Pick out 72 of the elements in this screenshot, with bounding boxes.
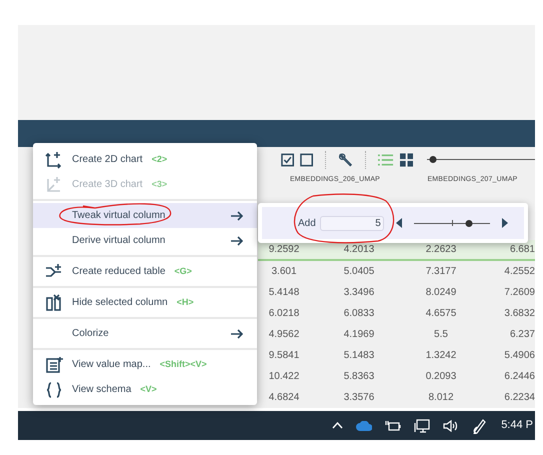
table-row[interactable]: 9.5841 5.1483 1.3242 5.4906 (258, 345, 535, 366)
axes-plus-icon (45, 176, 63, 194)
table-cell-text: 4.6824 (268, 391, 300, 405)
table-cell-text: 6.0833 (342, 307, 376, 321)
table-cell-text: 6.2234 (503, 391, 535, 405)
grid-icon[interactable] (400, 152, 413, 167)
table-cell-text: 1.3242 (424, 349, 458, 363)
table-cell-text: 4.6575 (424, 307, 458, 321)
table-cell-text: 4.9562 (268, 328, 300, 342)
arrow-right-icon (231, 210, 243, 220)
field-label: Add (298, 216, 316, 230)
table-cell-text: 5.0405 (342, 265, 376, 279)
arrow-right-icon[interactable] (502, 218, 508, 228)
table-cell-text: 4.1969 (342, 328, 376, 342)
table-cell-text: 3.3576 (342, 391, 376, 405)
table-cell-text: 6.0218 (268, 307, 300, 321)
menu-item[interactable]: Colorize (33, 321, 257, 346)
table-row[interactable]: 6.0218 6.0833 4.6575 3.6832 (258, 303, 535, 324)
menu-item[interactable]: Derive virtual column (33, 228, 257, 253)
battery-icon[interactable] (385, 420, 402, 432)
table-row[interactable]: 10.422 5.8363 0.2093 6.2446 (258, 366, 535, 387)
axes-plus-icon (45, 150, 63, 168)
table-cell-text: 3.601 (270, 265, 298, 279)
value-slider[interactable] (414, 219, 490, 227)
columns-icon (45, 294, 63, 312)
zoom-slider[interactable] (426, 156, 535, 164)
table-row[interactable]: 3.601 5.0405 7.3177 4.2552 (258, 261, 535, 282)
table-cell-text: 6.681 (508, 243, 535, 257)
input-field[interactable]: 5 (320, 216, 384, 230)
table-cell-text: 3.3496 (342, 286, 376, 300)
arrow-left-icon[interactable] (396, 218, 402, 228)
table-cell-text: 6.2446 (503, 370, 535, 384)
table-cell-text: 6.237 (508, 328, 535, 342)
menu-item[interactable]: Create reduced table <G> (33, 259, 257, 284)
checkbox-icon[interactable] (300, 152, 314, 167)
table-cell-text: 10.422 (268, 370, 300, 384)
table-cell-text: 5.8363 (342, 370, 376, 384)
arrow-right-icon (231, 236, 243, 246)
table-cell-text: 5.4148 (268, 286, 300, 300)
menu-item[interactable]: View schema <V> (33, 377, 257, 402)
list-document-icon (45, 356, 63, 374)
table-cell-text: 3.6832 (503, 307, 535, 321)
table-cell-text: 9.5841 (268, 349, 300, 363)
table-cell-text: 5.1483 (342, 349, 376, 363)
table-cell-text: 8.0249 (424, 286, 458, 300)
cloud-icon[interactable] (356, 420, 372, 430)
table-row[interactable]: 5.4148 3.3496 8.0249 7.2609 (258, 282, 535, 303)
table-cell-text: 4.2552 (503, 265, 535, 279)
table-cell-text: 4.2013 (342, 243, 376, 257)
braces-icon (45, 380, 63, 398)
table-cell-text: 2.2623 (424, 243, 458, 257)
menu-item[interactable]: Create 2D chart <2> (33, 147, 257, 172)
pen-icon[interactable] (472, 418, 488, 434)
menu-item[interactable]: View value map... <Shift><V> (33, 352, 257, 377)
table-cell-text: 7.2609 (503, 286, 535, 300)
checkbox-checked-icon[interactable] (281, 152, 294, 167)
chevron-up-icon[interactable] (332, 422, 344, 429)
monitor-icon[interactable] (414, 418, 430, 432)
table-cell-text: 0.2093 (424, 370, 458, 384)
table-row[interactable]: 4.9562 4.1969 5.5 6.237 (258, 324, 535, 345)
table-row[interactable]: 4.6824 3.3576 8.012 6.2234 (258, 387, 535, 408)
table-cell-text: 5.5 (433, 328, 449, 342)
speaker-icon[interactable] (443, 420, 460, 432)
table-cell-text: 7.3177 (424, 265, 458, 279)
table-cell-text: 5.4906 (503, 349, 535, 363)
table-cell-text: 9.2592 (268, 243, 300, 257)
clock-time[interactable]: 5:44 P (501, 417, 533, 434)
menu-item[interactable]: Tweak virtual column (33, 203, 257, 228)
wrench-icon[interactable] (338, 152, 354, 168)
menu-item[interactable]: Hide selected column <H> (33, 290, 257, 315)
arrow-right-icon (231, 328, 243, 338)
table-cell-text: 8.012 (427, 391, 455, 405)
